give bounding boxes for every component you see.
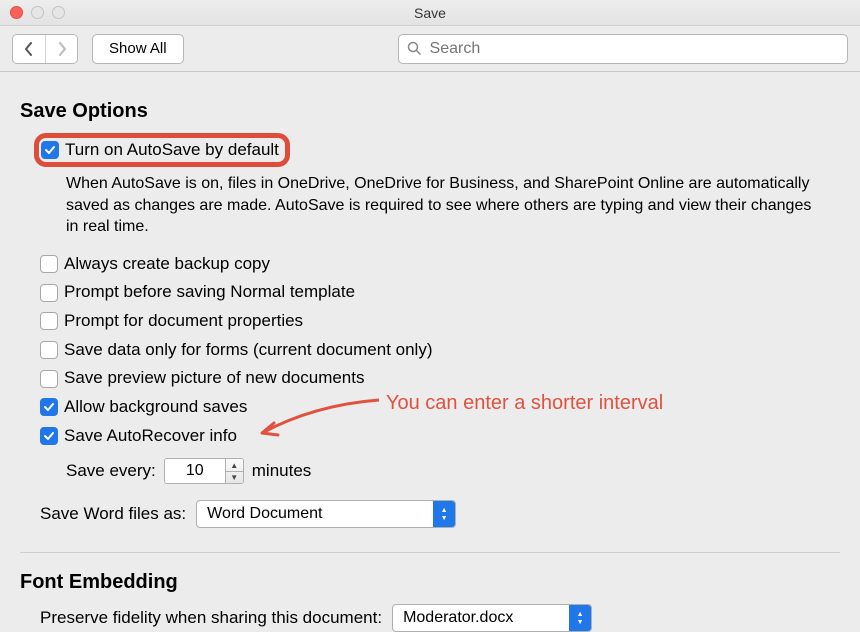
show-all-button[interactable]: Show All xyxy=(92,34,184,64)
prompt-props-checkbox[interactable] xyxy=(40,312,58,330)
preserve-fidelity-label: Preserve fidelity when sharing this docu… xyxy=(40,608,382,628)
bg-saves-checkbox[interactable] xyxy=(40,398,58,416)
dropdown-arrows-icon: ▲▼ xyxy=(433,501,455,527)
backup-copy-label: Always create backup copy xyxy=(64,252,270,277)
chevron-right-icon xyxy=(57,42,67,56)
prompt-normal-label: Prompt before saving Normal template xyxy=(64,280,355,305)
save-every-suffix: minutes xyxy=(252,461,312,481)
save-every-label: Save every: xyxy=(66,461,156,481)
preserve-fidelity-row: Preserve fidelity when sharing this docu… xyxy=(20,604,840,632)
preview-pic-label: Save preview picture of new documents xyxy=(64,366,365,391)
save-options-heading: Save Options xyxy=(20,100,840,123)
dropdown-arrows-icon: ▲▼ xyxy=(569,605,591,631)
window-titlebar: Save xyxy=(0,0,860,26)
save-every-stepper: ▲ ▼ xyxy=(225,459,243,483)
forward-button[interactable] xyxy=(45,35,77,63)
preview-pic-checkbox[interactable] xyxy=(40,370,58,388)
back-button[interactable] xyxy=(13,35,45,63)
save-every-input[interactable] xyxy=(165,459,225,483)
preserve-fidelity-dropdown[interactable]: Moderator.docx ▲▼ xyxy=(392,604,592,632)
preferences-toolbar: Show All xyxy=(0,26,860,72)
autosave-checkbox[interactable] xyxy=(41,141,59,159)
autosave-highlight: Turn on AutoSave by default xyxy=(34,133,290,167)
forms-only-label: Save data only for forms (current docume… xyxy=(64,338,433,363)
search-icon xyxy=(407,41,422,56)
search-field-wrap[interactable] xyxy=(398,34,848,64)
autorecover-label: Save AutoRecover info xyxy=(64,424,237,449)
zoom-window-button[interactable] xyxy=(52,6,65,19)
save-as-dropdown[interactable]: Word Document ▲▼ xyxy=(196,500,456,528)
stepper-up[interactable]: ▲ xyxy=(226,459,243,471)
save-as-label: Save Word files as: xyxy=(40,504,186,524)
autosave-label: Turn on AutoSave by default xyxy=(65,140,279,160)
window-title: Save xyxy=(414,5,446,21)
autorecover-checkbox[interactable] xyxy=(40,427,58,445)
save-as-row: Save Word files as: Word Document ▲▼ xyxy=(20,500,840,528)
stepper-down[interactable]: ▼ xyxy=(226,471,243,484)
autosave-description: When AutoSave is on, files in OneDrive, … xyxy=(20,173,840,238)
forms-only-checkbox[interactable] xyxy=(40,341,58,359)
traffic-lights xyxy=(10,6,65,19)
content-area: Save Options Turn on AutoSave by default… xyxy=(0,72,860,632)
minimize-window-button[interactable] xyxy=(31,6,44,19)
backup-copy-checkbox[interactable] xyxy=(40,255,58,273)
preserve-fidelity-value: Moderator.docx xyxy=(403,609,513,627)
prompt-props-label: Prompt for document properties xyxy=(64,309,303,334)
chevron-left-icon xyxy=(24,42,34,56)
close-window-button[interactable] xyxy=(10,6,23,19)
nav-segmented-buttons xyxy=(12,34,78,64)
bg-saves-label: Allow background saves xyxy=(64,395,247,420)
save-as-value: Word Document xyxy=(207,505,322,523)
section-divider xyxy=(20,552,840,553)
save-every-field: ▲ ▼ xyxy=(164,458,244,484)
prompt-normal-checkbox[interactable] xyxy=(40,284,58,302)
search-input[interactable] xyxy=(428,39,839,59)
save-every-row: Save every: ▲ ▼ minutes xyxy=(20,458,840,484)
annotation-text: You can enter a shorter interval xyxy=(386,392,663,415)
font-embedding-heading: Font Embedding xyxy=(20,571,840,594)
